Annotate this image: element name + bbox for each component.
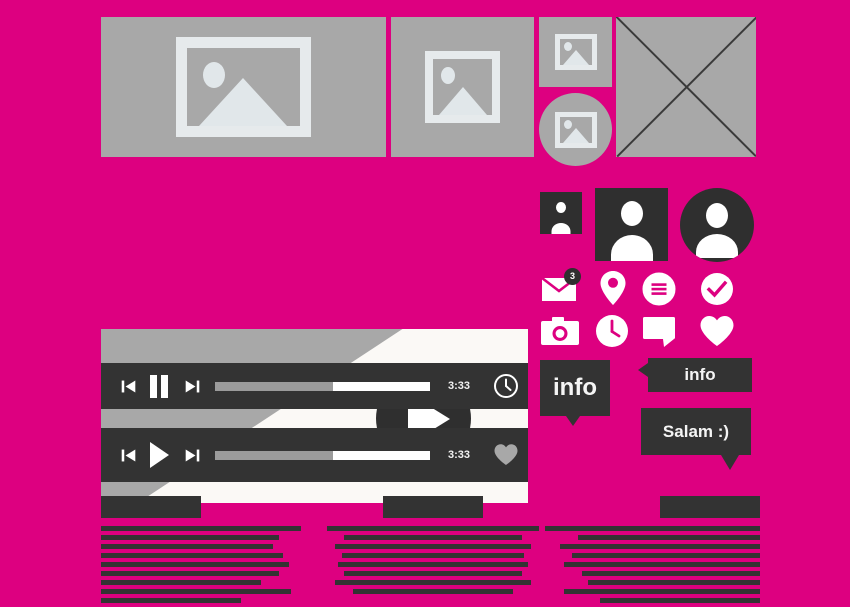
mail-icon[interactable]: 3 [540,268,581,304]
next-track-button[interactable] [177,447,207,464]
text-line [334,544,531,549]
picture-icon-sun [441,67,455,84]
person-icon [680,188,754,262]
person-body [551,223,571,234]
text-line [582,571,760,576]
image-placeholder-circle[interactable] [539,93,612,166]
tooltip-info-left-text: info [684,365,716,384]
location-pin-icon[interactable] [595,270,631,306]
text-line [343,571,522,576]
favorite-button[interactable] [488,443,524,467]
text-line [572,553,760,558]
text-line [101,535,279,540]
menu-circle-icon[interactable] [642,272,676,306]
text-line [101,562,289,567]
text-column-center-lines [325,526,540,594]
progress-bar-secondary[interactable] [215,450,430,460]
progress-bar-fill [215,450,334,460]
text-column-left-lines [101,526,306,603]
text-column-right-header[interactable] [660,496,760,518]
text-line [545,526,760,531]
text-line [564,589,760,594]
avatar-medium-square[interactable] [595,188,668,261]
text-line [588,580,760,585]
tooltip-info-bottom-text: info [553,374,597,401]
tooltip-salam[interactable]: Salam :) [641,408,751,470]
text-line [334,580,531,585]
clock-button[interactable] [488,373,524,399]
person-head [556,202,566,213]
text-line [101,589,291,594]
picture-icon [554,111,597,148]
mockup-canvas: 3:33 3:33 3 info info Salam:) [0,0,850,603]
text-line [343,535,522,540]
tooltip-tail-bottom [566,416,580,426]
time-label-primary: 3:33 [447,380,471,392]
clock-icon[interactable] [595,314,629,348]
play-button[interactable] [141,441,177,469]
picture-icon [425,51,500,123]
avatar-small-square[interactable] [540,192,582,234]
progress-bar-primary[interactable] [215,381,430,391]
text-line [101,598,241,603]
text-line [564,562,760,567]
mail-badge: 3 [564,268,581,285]
person-icon [540,192,582,234]
image-placeholder-broken-x[interactable] [616,17,756,157]
text-column-left [101,496,306,607]
picture-icon-mountain [199,78,287,126]
text-line [341,553,524,558]
next-track-button[interactable] [177,378,207,395]
text-line [101,580,261,585]
image-placeholder-large[interactable] [101,17,386,157]
video-controls-primary[interactable]: 3:33 [101,363,528,409]
picture-icon [554,34,597,70]
image-placeholder-small[interactable] [539,17,612,87]
time-label-secondary: 3:33 [447,449,471,461]
check-circle-icon[interactable] [700,272,734,306]
person-body [610,235,653,261]
text-line [600,598,760,603]
picture-icon-mountain [439,87,487,115]
person-body [696,234,738,258]
text-column-left-header[interactable] [101,496,201,518]
text-line [101,571,279,576]
text-column-center [325,496,540,598]
image-placeholder-medium[interactable] [391,17,534,157]
tooltip-salam-text: Salam :) [662,421,730,441]
person-icon [595,188,668,261]
text-line [352,589,513,594]
pause-button[interactable] [141,374,177,398]
avatar-large-circle[interactable] [680,188,754,262]
person-head [706,203,728,228]
tooltip-tail-left [638,363,648,377]
text-line [560,544,760,549]
tooltip-info-bottom[interactable]: info [540,360,610,426]
text-column-right [545,496,760,607]
text-line [101,544,273,549]
text-line [101,553,283,558]
picture-icon-mountain [562,50,589,65]
chat-bubble-icon[interactable] [642,316,678,348]
heart-icon[interactable] [699,315,735,347]
text-line [101,526,301,531]
text-line [337,562,528,567]
tooltip-tail-bottom-right [721,455,739,470]
text-line [326,526,539,531]
previous-track-button[interactable] [115,447,141,464]
video-controls-secondary[interactable]: 3:33 [101,428,528,482]
text-column-right-lines [545,526,760,603]
picture-icon [176,37,311,137]
text-column-center-header[interactable] [382,496,483,518]
picture-icon-mountain [562,127,589,143]
previous-track-button[interactable] [115,378,141,395]
progress-bar-fill [215,381,334,391]
camera-icon[interactable] [540,315,580,347]
person-head [620,201,643,226]
tooltip-info-left[interactable]: info [638,358,752,392]
text-line [578,535,760,540]
